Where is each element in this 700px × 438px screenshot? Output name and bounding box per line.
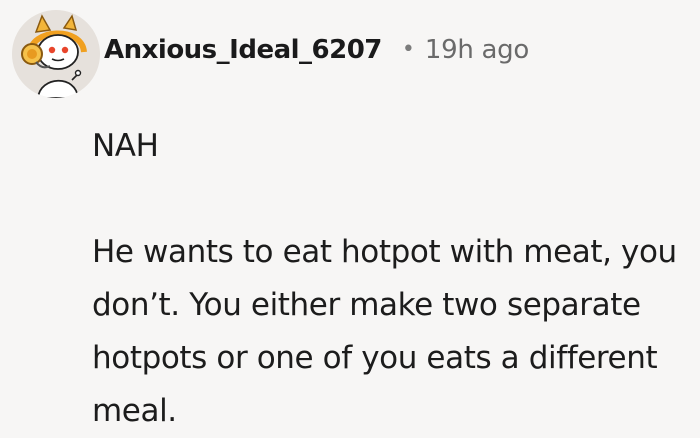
- meta-separator: •: [401, 37, 415, 62]
- comment-paragraph: He wants to eat hotpot with meat, you do…: [92, 234, 677, 429]
- comment-paragraph: NAH: [92, 128, 159, 164]
- comment-body: NAH He wants to eat hotpot with meat, yo…: [92, 120, 692, 438]
- comment-timestamp[interactable]: 19h ago: [425, 35, 529, 65]
- username-link[interactable]: Anxious_Ideal_6207: [104, 35, 382, 65]
- snoo-avatar-icon: [12, 10, 100, 98]
- comment-header: Anxious_Ideal_6207 • 19h ago: [104, 28, 529, 72]
- comment: Anxious_Ideal_6207 • 19h ago NAH He want…: [0, 0, 700, 436]
- user-avatar[interactable]: [12, 10, 100, 98]
